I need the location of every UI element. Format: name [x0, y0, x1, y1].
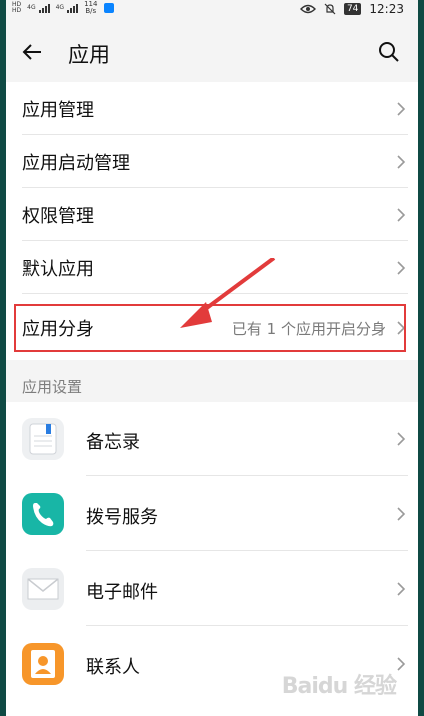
sim2-label: HD	[12, 7, 22, 14]
clock: 12:23	[369, 2, 404, 16]
notes-icon	[22, 418, 64, 460]
net-type-1: 4G	[27, 4, 36, 11]
search-icon[interactable]	[378, 41, 400, 63]
net-speed-unit: B/s	[85, 7, 97, 15]
net-speed: 114 B/s	[84, 1, 97, 15]
notification-app-icon	[104, 3, 115, 13]
app-item-dialer[interactable]: 拨号服务	[6, 477, 418, 551]
menu-item-label: 应用启动管理	[22, 153, 130, 174]
app-bar: 应用	[6, 20, 418, 82]
annotation-arrow-icon	[180, 258, 276, 328]
app-name: 电子邮件	[86, 582, 158, 603]
app-name: 拨号服务	[86, 507, 158, 528]
divider	[86, 475, 408, 476]
status-left: HD HD 4G 4G 114 B/s	[12, 1, 115, 15]
signal-icon-2	[67, 3, 79, 13]
chevron-right-icon	[397, 102, 406, 116]
phone-icon	[22, 493, 64, 535]
menu-item-label: 应用管理	[22, 100, 94, 121]
chevron-right-icon	[397, 582, 406, 596]
app-settings-list: 备忘录 拨号服务 电子邮件 联系人 Baidu 经验	[6, 402, 418, 716]
phone-screen: HD HD 4G 4G 114 B/s 74 12:23 应用 应用管理 应用启…	[6, 0, 418, 716]
status-right: 74 12:23	[299, 2, 404, 16]
eye-icon	[299, 4, 316, 14]
menu-item-app-management[interactable]: 应用管理	[6, 82, 418, 135]
contacts-icon	[22, 643, 64, 685]
battery-icon: 74	[343, 3, 362, 15]
net-type-2: 4G	[55, 4, 65, 11]
sim-indicator: HD HD	[12, 2, 21, 14]
chevron-right-icon	[397, 657, 406, 671]
menu-item-label: 权限管理	[22, 206, 94, 227]
status-bar: HD HD 4G 4G 114 B/s 74 12:23	[6, 0, 418, 20]
menu-item-startup-management[interactable]: 应用启动管理	[6, 135, 418, 188]
chevron-right-icon	[397, 208, 406, 222]
chevron-right-icon	[397, 507, 406, 521]
mute-icon	[324, 3, 336, 15]
signal-icon	[38, 3, 50, 13]
arrow-left-icon[interactable]	[20, 40, 44, 64]
chevron-right-icon	[397, 155, 406, 169]
app-item-notes[interactable]: 备忘录	[6, 402, 418, 476]
app-item-email[interactable]: 电子邮件	[6, 552, 418, 626]
section-title: 应用设置	[22, 378, 83, 396]
menu-item-label: 默认应用	[22, 259, 94, 280]
chevron-right-icon	[397, 432, 406, 446]
chevron-right-icon	[397, 261, 406, 275]
mail-icon	[22, 568, 64, 610]
app-name: 备忘录	[86, 432, 140, 453]
watermark: Baidu 经验	[281, 674, 397, 699]
page-title: 应用	[68, 43, 110, 67]
divider	[86, 550, 408, 551]
menu-item-permissions[interactable]: 权限管理	[6, 188, 418, 241]
app-name: 联系人	[86, 657, 140, 678]
divider	[86, 625, 408, 626]
